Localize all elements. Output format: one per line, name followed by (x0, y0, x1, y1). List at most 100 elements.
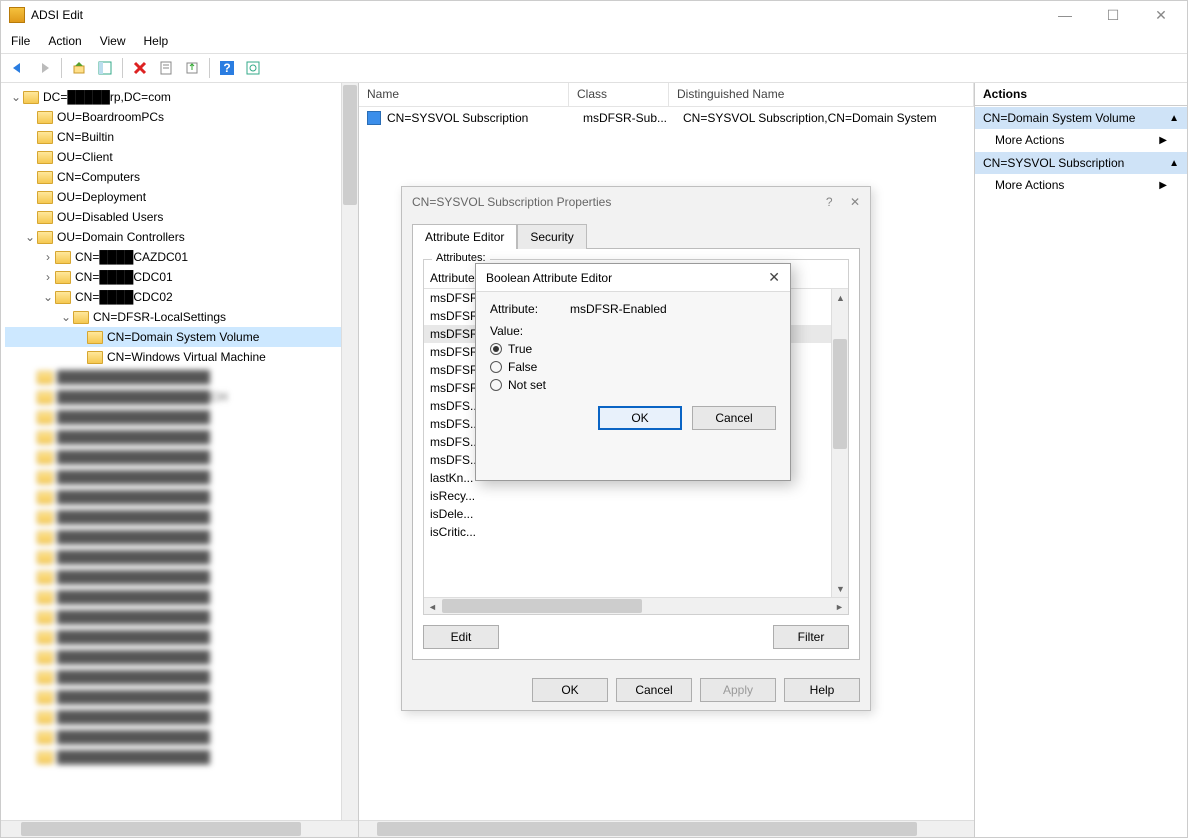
tree-root[interactable]: DC=█████rp,DC=com (43, 90, 171, 104)
tree-item-redacted[interactable]: ██████████████████ (5, 467, 358, 487)
bool-dialog-title: Boolean Attribute Editor (486, 271, 612, 285)
tree-item-redacted[interactable]: ██████████████████ (5, 707, 358, 727)
list-cell-name: CN=SYSVOL Subscription (387, 111, 583, 125)
tree-vertical-scrollbar[interactable] (341, 83, 358, 820)
tree-item-redacted[interactable]: ██████████████████ (5, 627, 358, 647)
list-header-class[interactable]: Class (569, 83, 669, 106)
refresh-button[interactable] (242, 57, 264, 79)
filter-button[interactable]: Filter (773, 625, 849, 649)
tree-item-redacted[interactable]: ██████████████████ (5, 427, 358, 447)
tree-item-redacted[interactable]: ██████████████████ (5, 507, 358, 527)
action-item-label: More Actions (995, 133, 1064, 147)
tree-item-redacted[interactable]: ██████████████████ (5, 487, 358, 507)
action-more-actions[interactable]: More Actions ▶ (975, 174, 1187, 196)
tree-item-redacted[interactable]: ██████████████████ (5, 747, 358, 767)
dialog-help-icon[interactable]: ? (826, 195, 833, 209)
back-button[interactable] (7, 57, 29, 79)
tree-item-redacted[interactable]: ██████████████████ (5, 587, 358, 607)
menu-file[interactable]: File (11, 34, 30, 48)
action-group-domain-system-volume[interactable]: CN=Domain System Volume ▲ (975, 106, 1187, 129)
attr-name: isCritic... (424, 525, 564, 539)
tree-item-redacted[interactable]: ██████████████████ (5, 547, 358, 567)
tree-item[interactable]: OU=Client (57, 150, 113, 164)
help-button[interactable]: ? (216, 57, 238, 79)
attr-vertical-scrollbar[interactable]: ▲ ▼ (831, 289, 848, 597)
tree-item[interactable]: CN=Builtin (57, 130, 114, 144)
menu-view[interactable]: View (100, 34, 126, 48)
export-button[interactable] (181, 57, 203, 79)
list-header-name[interactable]: Name (359, 83, 569, 106)
menu-help[interactable]: Help (144, 34, 169, 48)
attribute-row[interactable]: isDele... (424, 505, 848, 523)
minimize-button[interactable]: — (1047, 7, 1083, 24)
close-button[interactable]: ✕ (1143, 7, 1179, 24)
attr-name: isRecy... (424, 489, 564, 503)
props-help-button[interactable]: Help (784, 678, 860, 702)
tree-item[interactable]: OU=Deployment (57, 190, 146, 204)
maximize-button[interactable]: ☐ (1095, 7, 1131, 24)
action-more-actions[interactable]: More Actions ▶ (975, 129, 1187, 151)
tree-item[interactable]: OU=Disabled Users (57, 210, 163, 224)
tree-item[interactable]: CN=████CAZDC01 (75, 250, 188, 264)
list-cell-dn: CN=SYSVOL Subscription,CN=Domain System (683, 111, 974, 125)
titlebar: ADSI Edit — ☐ ✕ (1, 1, 1187, 29)
submenu-icon: ▶ (1159, 180, 1167, 191)
tree-horizontal-scrollbar[interactable] (1, 820, 358, 837)
toolbar: ? (1, 53, 1187, 83)
tree-item[interactable]: CN=████CDC02 (75, 290, 173, 304)
bool-cancel-button[interactable]: Cancel (692, 406, 776, 430)
tree-item-selected[interactable]: CN=Domain System Volume (107, 330, 259, 344)
attr-name: isDele... (424, 507, 564, 521)
bool-attribute-label: Attribute: (490, 302, 570, 316)
radio-false[interactable]: False (490, 360, 776, 374)
menu-action[interactable]: Action (48, 34, 81, 48)
app-icon (9, 7, 25, 23)
tree-item-redacted[interactable]: ██████████████████ (5, 567, 358, 587)
app-title: ADSI Edit (31, 8, 83, 22)
show-hide-tree-button[interactable] (94, 57, 116, 79)
attribute-row[interactable]: isRecy... (424, 487, 848, 505)
tree-item-dfsr[interactable]: CN=DFSR-LocalSettings (93, 310, 226, 324)
props-ok-button[interactable]: OK (532, 678, 608, 702)
tab-security[interactable]: Security (517, 224, 586, 249)
attr-horizontal-scrollbar[interactable]: ◄ ► (424, 597, 848, 614)
tree-item-redacted[interactable]: ██████████████████ (5, 647, 358, 667)
tree-item[interactable]: CN=████CDC01 (75, 270, 173, 284)
radio-label: False (508, 360, 537, 374)
props-cancel-button[interactable]: Cancel (616, 678, 692, 702)
edit-button[interactable]: Edit (423, 625, 499, 649)
tree-item[interactable]: CN=Windows Virtual Machine (107, 350, 266, 364)
delete-button[interactable] (129, 57, 151, 79)
props-apply-button[interactable]: Apply (700, 678, 776, 702)
object-icon (367, 111, 381, 125)
tree-item-redacted[interactable]: ██████████████████ (5, 667, 358, 687)
list-row[interactable]: CN=SYSVOL Subscription msDFSR-Sub... CN=… (359, 107, 974, 129)
tree-item-redacted[interactable]: ██████████████████ (5, 727, 358, 747)
tree-view[interactable]: ⌄DC=█████rp,DC=com OU=BoardroomPCs CN=Bu… (1, 83, 358, 820)
tree-item-redacted[interactable]: ██████████████████CH (5, 387, 358, 407)
tree-item-redacted[interactable]: ██████████████████ (5, 527, 358, 547)
list-header-dn[interactable]: Distinguished Name (669, 83, 974, 106)
tree-item-domain-controllers[interactable]: OU=Domain Controllers (57, 230, 185, 244)
svg-text:?: ? (223, 61, 230, 75)
forward-button[interactable] (33, 57, 55, 79)
action-group-sysvol-subscription[interactable]: CN=SYSVOL Subscription ▲ (975, 151, 1187, 174)
list-horizontal-scrollbar[interactable] (359, 820, 974, 837)
up-button[interactable] (68, 57, 90, 79)
tree-item-redacted[interactable]: ██████████████████ (5, 407, 358, 427)
properties-button[interactable] (155, 57, 177, 79)
tab-attribute-editor[interactable]: Attribute Editor (412, 224, 517, 249)
radio-not-set[interactable]: Not set (490, 378, 776, 392)
tree-item[interactable]: CN=Computers (57, 170, 140, 184)
attribute-row[interactable]: isCritic... (424, 523, 848, 541)
tree-item[interactable]: OU=BoardroomPCs (57, 110, 164, 124)
bool-ok-button[interactable]: OK (598, 406, 682, 430)
tree-item-redacted[interactable]: ██████████████████ (5, 447, 358, 467)
bool-attribute-value: msDFSR-Enabled (570, 302, 667, 316)
tree-item-redacted[interactable]: ██████████████████ (5, 687, 358, 707)
tree-item-redacted[interactable]: ██████████████████ (5, 607, 358, 627)
bool-dialog-close-button[interactable]: ✕ (768, 269, 780, 286)
tree-item-redacted[interactable]: ██████████████████ (5, 367, 358, 387)
dialog-close-button[interactable]: ✕ (850, 195, 860, 209)
radio-true[interactable]: True (490, 342, 776, 356)
